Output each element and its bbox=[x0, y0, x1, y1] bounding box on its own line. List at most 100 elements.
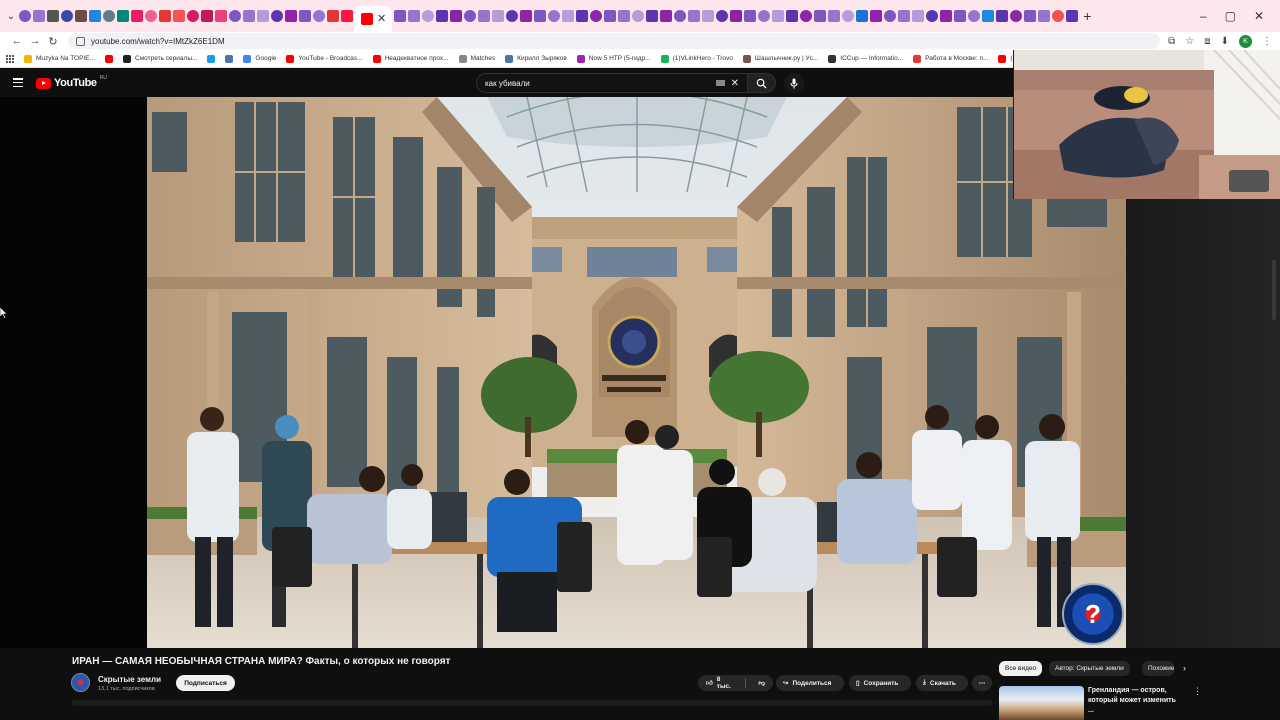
tab-favicon-icon[interactable] bbox=[256, 10, 269, 22]
voice-search-button[interactable] bbox=[784, 73, 804, 93]
back-button[interactable]: ← bbox=[8, 35, 26, 47]
tab-favicon-icon[interactable] bbox=[421, 10, 434, 22]
reload-button[interactable]: ↻ bbox=[44, 35, 62, 48]
tab-favicon-icon[interactable] bbox=[88, 10, 101, 22]
install-app-icon[interactable]: ⧉ bbox=[1168, 36, 1175, 47]
chevron-right-icon[interactable]: › bbox=[1183, 663, 1186, 673]
download-button[interactable]: ⤓ Скачать bbox=[916, 675, 968, 691]
tab-favicon-icon[interactable] bbox=[214, 10, 227, 22]
tab-favicon-icon[interactable] bbox=[561, 10, 574, 22]
tab-favicon-icon[interactable] bbox=[659, 10, 672, 22]
tab-favicon-icon[interactable] bbox=[519, 10, 532, 22]
tab-favicon-icon[interactable] bbox=[144, 10, 157, 22]
tab-favicon-icon[interactable] bbox=[477, 10, 490, 22]
clear-search-icon[interactable]: ✕ bbox=[731, 78, 739, 89]
tab-favicon-icon[interactable] bbox=[1037, 10, 1050, 22]
tab-favicon-icon[interactable] bbox=[869, 10, 882, 22]
apps-grid-icon[interactable] bbox=[6, 54, 14, 63]
youtube-logo[interactable]: YouTube RU bbox=[36, 75, 107, 89]
bookmark-item[interactable]: Неадекватное прох... bbox=[372, 54, 449, 63]
tab-favicon-icon[interactable] bbox=[967, 10, 980, 22]
close-tab-icon[interactable]: ✕ bbox=[377, 13, 386, 25]
save-button[interactable]: ▯ Сохранить bbox=[849, 675, 911, 691]
bookmark-item[interactable]: Смотреть сериалы... bbox=[123, 54, 197, 63]
tab-favicon-icon[interactable] bbox=[116, 10, 129, 22]
tab-favicon-icon[interactable] bbox=[284, 10, 297, 22]
chip-similar[interactable]: Похожие bbox=[1142, 661, 1174, 676]
tab-favicon-icon[interactable] bbox=[505, 10, 518, 22]
extensions-icon[interactable]: ⧈ bbox=[1204, 36, 1210, 47]
bookmark-item[interactable]: Muzyka Na TOPIE... bbox=[24, 54, 95, 63]
tab-favicon-icon[interactable] bbox=[785, 10, 798, 22]
bookmark-item[interactable]: Шашлычник.ру | Уc... bbox=[742, 54, 818, 63]
recommendation-title[interactable]: Гренландия — остров, который может измен… bbox=[1088, 686, 1180, 716]
tab-favicon-icon[interactable] bbox=[841, 10, 854, 22]
tab-favicon-icon[interactable] bbox=[298, 10, 311, 22]
keyboard-icon[interactable] bbox=[715, 80, 725, 86]
tab-favicon-icon[interactable] bbox=[407, 10, 420, 22]
bookmark-item[interactable]: Now 5 HTP (5-гидр... bbox=[576, 54, 651, 63]
share-button[interactable]: ↪ Поделиться bbox=[776, 675, 844, 691]
tab-favicon-icon[interactable] bbox=[1023, 10, 1036, 22]
tab-favicon-icon[interactable] bbox=[18, 10, 31, 22]
tab-favicon-icon[interactable] bbox=[701, 10, 714, 22]
tab-favicon-icon[interactable] bbox=[589, 10, 602, 22]
tab-favicon-icon[interactable] bbox=[743, 10, 756, 22]
bookmark-item[interactable]: Работа в Москве: п... bbox=[913, 54, 988, 63]
bookmark-item[interactable]: (1)VLinkHero - Trovo bbox=[660, 54, 733, 63]
channel-watermark-logo[interactable]: ? bbox=[1062, 583, 1124, 645]
chip-all-videos[interactable]: Все видео bbox=[999, 661, 1043, 676]
tab-favicon-icon[interactable] bbox=[200, 10, 213, 22]
recommendation-thumbnail[interactable] bbox=[999, 686, 1084, 720]
tab-favicon-icon[interactable] bbox=[340, 10, 353, 22]
bookmark-item[interactable] bbox=[225, 54, 234, 63]
chrome-menu-icon[interactable]: ⋮ bbox=[1262, 36, 1272, 47]
tab-favicon-icon[interactable] bbox=[242, 10, 255, 22]
tab-favicon-icon[interactable] bbox=[855, 10, 868, 22]
tab-favicon-icon[interactable] bbox=[60, 10, 73, 22]
like-button[interactable]: 👍︎ 8 тыс. bbox=[698, 675, 741, 691]
channel-name[interactable]: Скрытые земли bbox=[98, 675, 161, 684]
tab-favicon-icon[interactable] bbox=[449, 10, 462, 22]
tab-favicon-icon[interactable] bbox=[393, 10, 406, 22]
tab-favicon-icon[interactable] bbox=[533, 10, 546, 22]
search-input[interactable]: как убивали ✕ bbox=[476, 73, 748, 93]
video-frame[interactable] bbox=[147, 97, 1126, 648]
dislike-button[interactable]: 👎︎ bbox=[750, 675, 773, 691]
tab-favicon-icon[interactable] bbox=[326, 10, 339, 22]
tab-favicon-icon[interactable] bbox=[102, 10, 115, 22]
tab-favicon-icon[interactable] bbox=[1009, 10, 1022, 22]
bookmark-star-icon[interactable]: ☆ bbox=[1185, 36, 1194, 47]
tab-search-button[interactable]: ⌄ bbox=[4, 11, 18, 22]
tab-favicon-icon[interactable] bbox=[547, 10, 560, 22]
tab-favicon-icon[interactable] bbox=[883, 10, 896, 22]
bookmark-item[interactable]: Кирилл Зыряков bbox=[505, 54, 567, 63]
more-actions-button[interactable]: ⋯ bbox=[972, 675, 992, 691]
address-bar[interactable]: youtube.com/watch?v=IMtZkZ6E1DM bbox=[68, 33, 1161, 49]
downloads-icon[interactable]: ⬇ bbox=[1221, 36, 1229, 47]
close-window-button[interactable]: ✕ bbox=[1254, 9, 1264, 23]
search-button[interactable] bbox=[748, 73, 776, 93]
tab-favicon-icon[interactable] bbox=[435, 10, 448, 22]
tab-favicon-icon[interactable] bbox=[897, 10, 910, 22]
bookmark-item[interactable]: YouTube - Broadcas... bbox=[286, 54, 363, 63]
tab-favicon-icon[interactable] bbox=[32, 10, 45, 22]
profile-avatar[interactable]: K bbox=[1239, 34, 1252, 48]
tab-favicon-icon[interactable] bbox=[953, 10, 966, 22]
tab-favicon-icon[interactable] bbox=[270, 10, 283, 22]
tab-favicon-icon[interactable] bbox=[74, 10, 87, 22]
bookmark-item[interactable] bbox=[105, 54, 114, 63]
channel-avatar[interactable] bbox=[71, 673, 90, 692]
tab-favicon-icon[interactable] bbox=[981, 10, 994, 22]
tab-favicon-icon[interactable] bbox=[925, 10, 938, 22]
tab-favicon-icon[interactable] bbox=[312, 10, 325, 22]
site-info-icon[interactable] bbox=[76, 36, 85, 46]
tab-favicon-icon[interactable] bbox=[715, 10, 728, 22]
tab-favicon-icon[interactable] bbox=[911, 10, 924, 22]
tab-favicon-icon[interactable] bbox=[463, 10, 476, 22]
tab-favicon-icon[interactable] bbox=[757, 10, 770, 22]
forward-button[interactable]: → bbox=[26, 35, 44, 47]
tab-favicon-icon[interactable] bbox=[771, 10, 784, 22]
minimize-button[interactable]: – bbox=[1200, 9, 1207, 23]
tab-favicon-icon[interactable] bbox=[995, 10, 1008, 22]
